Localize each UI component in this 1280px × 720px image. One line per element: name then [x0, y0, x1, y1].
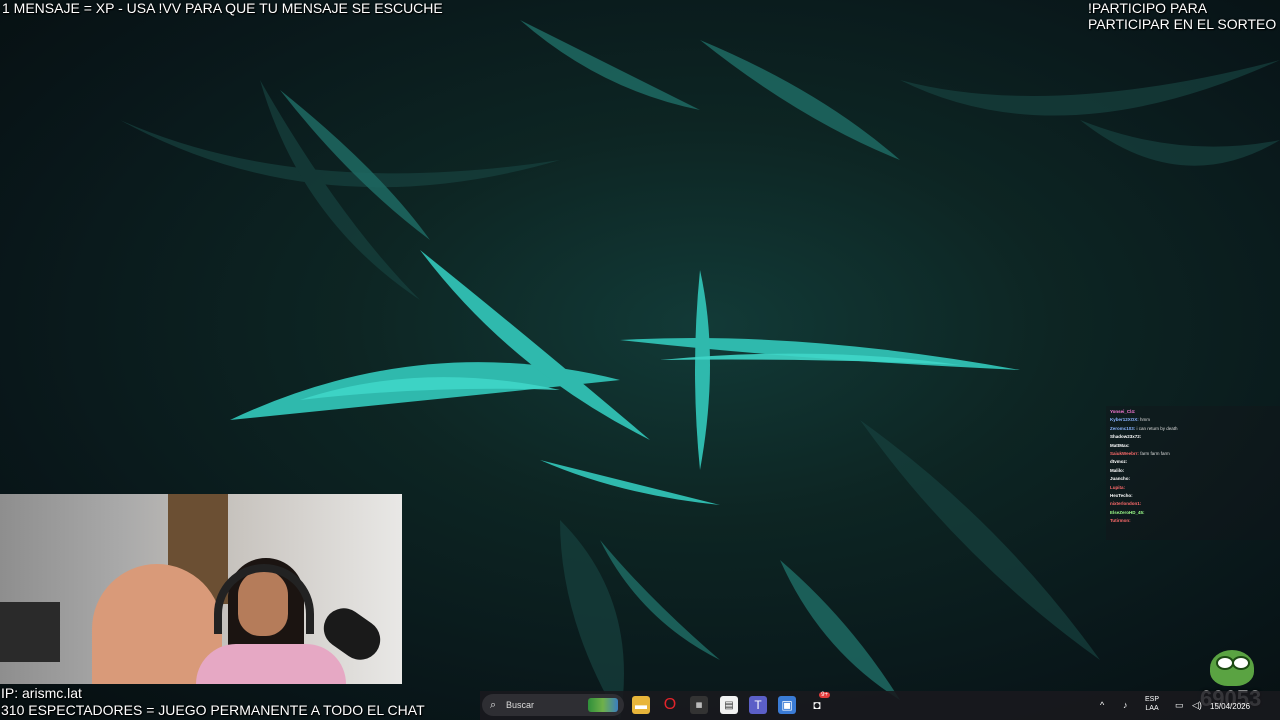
taskbar: ⌕ Buscar ▬ O ▦ ▤ T ▣ ◘ 9+ ^ ♪ ESP LAA ▭ … [480, 691, 1280, 720]
webcam-mic-arm [0, 602, 60, 662]
search-placeholder: Buscar [506, 700, 535, 710]
notification-app-icon[interactable]: ◘ 9+ [808, 692, 830, 714]
chat-username: dtvmoz: [1110, 459, 1128, 465]
webcam-person-body [196, 644, 346, 684]
chat-username: Juancho: [1110, 476, 1131, 482]
taskbar-search[interactable]: ⌕ Buscar [482, 694, 624, 716]
webcam-headphones [214, 564, 314, 634]
stream-chat: Yonsei_Cl4: Kyber12XOX: hmm Zeromc103: i … [1106, 406, 1280, 540]
chat-message: Tutirmon: [1110, 517, 1276, 525]
chat-text: farm farm farm [1140, 451, 1170, 457]
chat-username: MattMax: [1110, 442, 1130, 448]
frog-emote-icon [1210, 650, 1254, 686]
chat-username: Lupita: [1110, 484, 1125, 490]
giveaway-line-1: !PARTICIPO PARA [1088, 0, 1208, 16]
teams-icon[interactable]: T [749, 696, 767, 714]
chat-username: ElseZeroHD_45: [1110, 509, 1145, 515]
chat-username: Tutirmon: [1110, 518, 1131, 524]
chat-message: SaiukWeebrr: farm farm farm [1110, 450, 1276, 458]
taskbar-clock[interactable]: 15/04/2026 [1210, 702, 1250, 711]
chat-username: Malilo: [1110, 467, 1125, 473]
server-ip: IP: arismc.lat [1, 685, 82, 701]
search-icon: ⌕ [490, 699, 497, 711]
chat-message: ElseZeroHD_45: [1110, 509, 1276, 517]
chat-message: Juancho: [1110, 475, 1276, 483]
chat-username: Zeromc103: [1110, 425, 1137, 431]
chat-message: Lupita: [1110, 484, 1276, 492]
top-right-banner: !PARTICIPO PARA PARTICIPAR EN EL SORTEO [1088, 0, 1278, 32]
chat-message: HexTecho: [1110, 492, 1276, 500]
network-icon[interactable]: ▭ [1175, 691, 1184, 720]
chat-username: Kyber12XOX: [1110, 417, 1141, 423]
chat-message: Malilo: [1110, 467, 1276, 475]
search-highlight-icon [588, 698, 618, 712]
chat-text: i can return by death [1136, 425, 1178, 431]
file-explorer-icon[interactable]: ▬ [632, 696, 650, 714]
chat-username: SaiukWeebrr: [1110, 451, 1141, 457]
opera-browser-icon[interactable]: O [661, 696, 679, 714]
language-line-2: LAA [1145, 705, 1159, 712]
microphone-icon[interactable]: ♪ [1123, 691, 1128, 720]
chat-message: dtvmoz: [1110, 458, 1276, 466]
notification-badge: 9+ [819, 692, 830, 698]
chat-username: nixterlondon1: [1110, 501, 1142, 507]
top-left-banner: 1 MENSAJE = XP - USA !VV PARA QUE TU MEN… [2, 0, 443, 16]
chat-message: Yonsei_Cl4: [1110, 408, 1276, 416]
chevron-up-icon[interactable]: ^ [1100, 691, 1104, 720]
volume-icon[interactable]: ◁) [1192, 691, 1202, 720]
chat-message: MattMax: [1110, 442, 1276, 450]
notepad-icon[interactable]: ▤ [720, 696, 738, 714]
chat-message: Shadow23x72: [1110, 433, 1276, 441]
app-icon[interactable]: ▦ [690, 696, 708, 714]
giveaway-line-2: PARTICIPAR EN EL SORTEO [1088, 16, 1277, 32]
language-indicator[interactable]: ESP LAA [1145, 695, 1159, 713]
chat-message: Zeromc103: i can return by death [1110, 425, 1276, 433]
language-line-1: ESP [1145, 696, 1160, 703]
chat-username: Shadow23x72: [1110, 434, 1142, 440]
store-icon[interactable]: ▣ [778, 696, 796, 714]
chat-message: Kyber12XOX: hmm [1110, 416, 1276, 424]
chat-username: HexTecho: [1110, 493, 1133, 499]
chat-username: Yonsei_Cl4: [1110, 409, 1136, 414]
viewers-banner: 310 ESPECTADORES = JUEGO PERMANENTE A TO… [1, 702, 425, 718]
webcam-feed [0, 494, 402, 684]
chat-message: nixterlondon1: [1110, 500, 1276, 508]
chat-text: hmm [1140, 417, 1151, 423]
